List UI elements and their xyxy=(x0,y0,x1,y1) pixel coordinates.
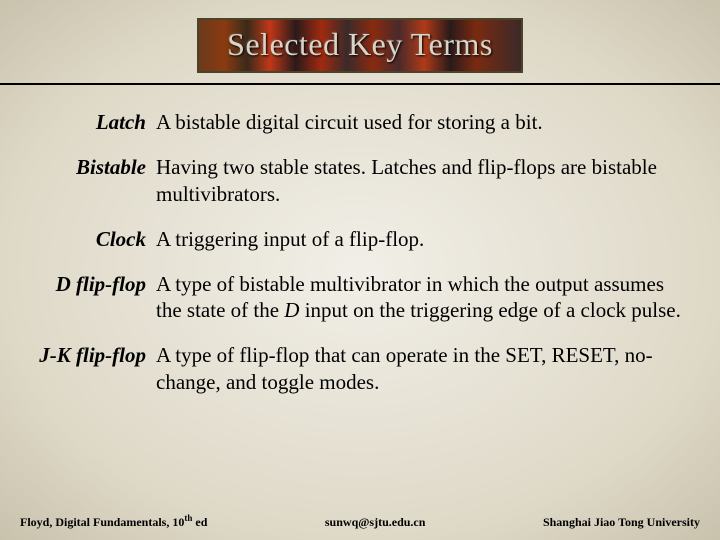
term-label: Clock xyxy=(30,226,156,253)
term-label: Latch xyxy=(30,109,156,136)
term-row: D flip-flop A type of bistable multivibr… xyxy=(30,271,690,325)
slide: Selected Key Terms Latch A bistable digi… xyxy=(0,0,720,540)
term-row: Latch A bistable digital circuit used fo… xyxy=(30,109,690,136)
title-wrap: Selected Key Terms xyxy=(28,18,692,73)
term-label: Bistable xyxy=(30,154,156,208)
term-definition: A triggering input of a flip-flop. xyxy=(156,226,690,253)
term-definition: Having two stable states. Latches and fl… xyxy=(156,154,690,208)
footer: Floyd, Digital Fundamentals, 10th ed sun… xyxy=(20,513,700,540)
term-label: J-K flip-flop xyxy=(30,342,156,396)
term-definition: A type of flip-flop that can operate in … xyxy=(156,342,690,396)
term-label: D flip-flop xyxy=(30,271,156,325)
slide-title: Selected Key Terms xyxy=(227,26,493,63)
term-definition: A type of bistable multivibrator in whic… xyxy=(156,271,690,325)
footer-right: Shanghai Jiao Tong University xyxy=(543,515,700,530)
footer-left: Floyd, Digital Fundamentals, 10th ed xyxy=(20,513,207,530)
title-box: Selected Key Terms xyxy=(197,18,523,73)
term-definition: A bistable digital circuit used for stor… xyxy=(156,109,690,136)
footer-center: sunwq@sjtu.edu.cn xyxy=(325,515,426,530)
term-row: Clock A triggering input of a flip-flop. xyxy=(30,226,690,253)
terms-list: Latch A bistable digital circuit used fo… xyxy=(28,109,692,513)
term-row: J-K flip-flop A type of flip-flop that c… xyxy=(30,342,690,396)
title-divider xyxy=(0,83,720,85)
term-row: Bistable Having two stable states. Latch… xyxy=(30,154,690,208)
